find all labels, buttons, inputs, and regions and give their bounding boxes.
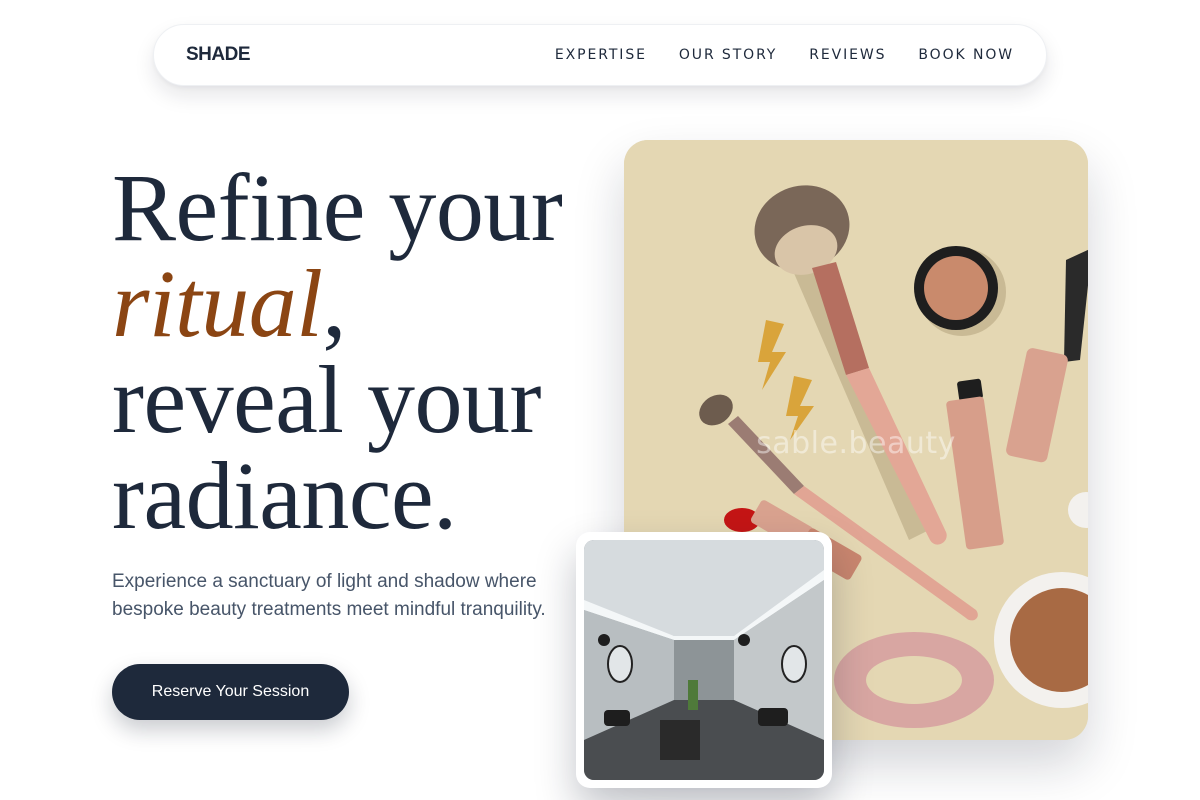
headline-accent-word: ritual (112, 250, 323, 357)
nav-link-reviews[interactable]: REVIEWS (809, 47, 886, 63)
headline-accent-suffix: , (322, 250, 346, 357)
hero-subtext: Experience a sanctuary of light and shad… (112, 571, 546, 620)
nav-link-our-story[interactable]: OUR STORY (679, 47, 777, 63)
headline-line-4: radiance. (112, 442, 457, 549)
salon-interior-image (584, 540, 824, 780)
salon-image-card (576, 532, 832, 788)
nav-links: EXPERTISE OUR STORY REVIEWS BOOK NOW (523, 47, 1014, 63)
top-navigation: SHADE EXPERTISE OUR STORY REVIEWS BOOK N… (153, 24, 1047, 86)
salon-interior-illustration (584, 540, 824, 780)
reserve-session-button[interactable]: Reserve Your Session (112, 664, 349, 720)
hero-headline: Refine your ritual, reveal your radiance… (112, 160, 612, 544)
headline-line-1: Refine your (112, 154, 563, 261)
headline-line-2: ritual, (112, 256, 612, 352)
nav-link-expertise[interactable]: EXPERTISE (555, 47, 647, 63)
velvet-scrunchie (834, 632, 994, 728)
brand-logo[interactable]: SHADE (186, 44, 251, 66)
headline-line-3: reveal your (112, 346, 541, 453)
nav-link-book-now[interactable]: BOOK NOW (918, 47, 1014, 63)
image-watermark: sable.beauty (756, 426, 956, 461)
